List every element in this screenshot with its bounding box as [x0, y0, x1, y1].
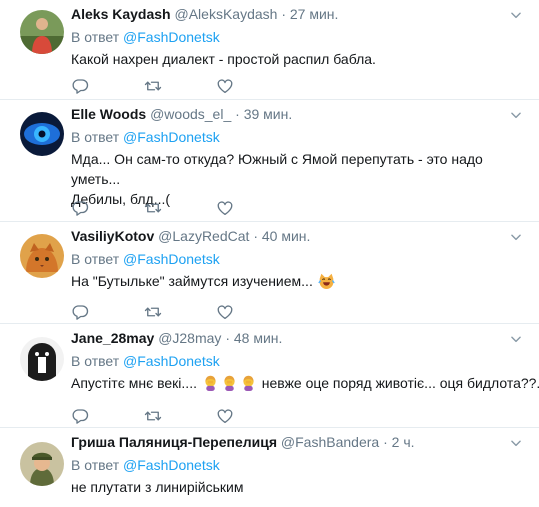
reply-to-link[interactable]: @FashDonetsk	[123, 457, 220, 473]
black-white-dog-avatar-icon	[20, 337, 64, 381]
chevron-down-icon[interactable]	[509, 332, 523, 346]
user-handle[interactable]: @J28may	[158, 330, 221, 346]
soldier-cartoon-avatar-icon	[20, 442, 64, 486]
tweet-text: Мда... Он сам-то откуда? Южный с Ямой пе…	[71, 149, 521, 209]
reply-icon[interactable]	[71, 407, 89, 425]
user-handle[interactable]: @woods_el_	[150, 106, 231, 122]
retweet-icon[interactable]	[144, 77, 162, 95]
reply-to-link[interactable]: @FashDonetsk	[123, 129, 220, 145]
reply-to-link[interactable]: @FashDonetsk	[123, 29, 220, 45]
laughing-crying-cat-emoji-icon	[318, 273, 335, 289]
tweet[interactable]: VasiliyKotov @LazyRedCat · 40 мин. В отв…	[0, 222, 539, 324]
avatar[interactable]	[20, 337, 64, 381]
tweet-text-body: На "Бутыльке" займутся изучением...	[71, 273, 313, 289]
timestamp[interactable]: · 40 мин.	[253, 228, 310, 244]
tweet-text: не плутати з линирійським	[71, 479, 244, 495]
tweet-text-line: Дебилы, блд...(	[71, 191, 171, 207]
blue-eye-avatar-icon	[20, 112, 64, 156]
reply-context: В ответ @FashDonetsk	[71, 250, 220, 268]
reply-icon[interactable]	[71, 77, 89, 95]
red-cat-avatar-icon	[20, 234, 64, 278]
tweet-text-part: Апустітє мнє векі....	[71, 375, 197, 391]
user-handle[interactable]: @AleksKaydash	[175, 6, 278, 22]
heart-icon[interactable]	[216, 407, 234, 425]
reply-to-link[interactable]: @FashDonetsk	[123, 251, 220, 267]
avatar[interactable]	[20, 442, 64, 486]
avatar[interactable]	[20, 112, 64, 156]
chevron-down-icon[interactable]	[509, 8, 523, 22]
woman-facepalming-emoji-icon	[240, 374, 257, 391]
user-handle[interactable]: @LazyRedCat	[158, 228, 249, 244]
tweet-text: На "Бутыльке" займутся изучением...	[71, 271, 521, 291]
user-handle[interactable]: @FashBandera	[281, 434, 379, 450]
chevron-down-icon[interactable]	[509, 108, 523, 122]
reply-prefix: В ответ	[71, 29, 120, 45]
reply-icon[interactable]	[71, 199, 89, 217]
display-name[interactable]: VasiliyKotov	[71, 228, 154, 244]
retweet-icon[interactable]	[144, 407, 162, 425]
heart-icon[interactable]	[216, 77, 234, 95]
retweet-icon[interactable]	[144, 199, 162, 217]
avatar[interactable]	[20, 234, 64, 278]
tweet-text: Апустітє мнє векі.... невже оце поряд жи…	[71, 373, 539, 393]
reply-prefix: В ответ	[71, 251, 120, 267]
chevron-down-icon[interactable]	[509, 436, 523, 450]
timestamp[interactable]: · 27 мин.	[281, 6, 338, 22]
tweet-text-line: Мда... Он сам-то откуда? Южный с Ямой пе…	[71, 151, 483, 187]
woman-facepalming-emoji-icon	[202, 374, 219, 391]
heart-icon[interactable]	[216, 199, 234, 217]
reply-prefix: В ответ	[71, 353, 120, 369]
timestamp[interactable]: · 48 мин.	[225, 330, 282, 346]
avatar[interactable]	[20, 10, 64, 54]
timestamp[interactable]: · 2 ч.	[383, 434, 414, 450]
person-forest-avatar-icon	[20, 10, 64, 54]
reply-icon[interactable]	[71, 303, 89, 321]
reply-prefix: В ответ	[71, 457, 120, 473]
reply-context: В ответ @FashDonetsk	[71, 456, 220, 474]
retweet-icon[interactable]	[144, 303, 162, 321]
woman-facepalming-emoji-icon	[221, 374, 238, 391]
display-name[interactable]: Jane_28may	[71, 330, 154, 346]
timestamp[interactable]: · 39 мин.	[235, 106, 292, 122]
display-name[interactable]: Гриша Паляниця-Перепелиця	[71, 434, 277, 450]
tweet[interactable]: Aleks Kaydash @AleksKaydash · 27 мин. В …	[0, 0, 539, 100]
reply-prefix: В ответ	[71, 129, 120, 145]
tweet[interactable]: Elle Woods @woods_el_ · 39 мин. В ответ …	[0, 100, 539, 222]
reply-context: В ответ @FashDonetsk	[71, 128, 220, 146]
display-name[interactable]: Aleks Kaydash	[71, 6, 171, 22]
tweet[interactable]: Гриша Паляниця-Перепелиця @FashBandera ·…	[0, 428, 539, 507]
tweet-text: Какой нахрен диалект - простой распил ба…	[71, 51, 376, 67]
tweet[interactable]: Jane_28may @J28may · 48 мин. В ответ @Fa…	[0, 324, 539, 428]
display-name[interactable]: Elle Woods	[71, 106, 146, 122]
heart-icon[interactable]	[216, 303, 234, 321]
chevron-down-icon[interactable]	[509, 230, 523, 244]
reply-context: В ответ @FashDonetsk	[71, 352, 220, 370]
tweet-text-part: невже оце поряд животіє... оця бидлота??…	[261, 375, 539, 391]
reply-to-link[interactable]: @FashDonetsk	[123, 353, 220, 369]
reply-context: В ответ @FashDonetsk	[71, 28, 220, 46]
